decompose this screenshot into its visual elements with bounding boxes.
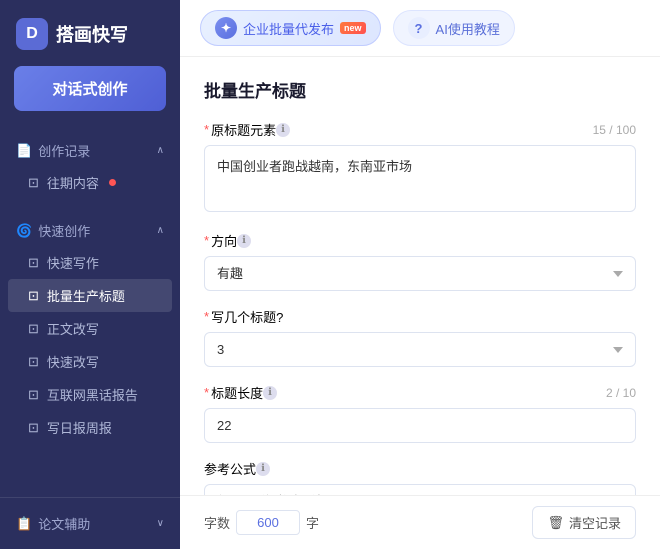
form-area: 批量生产标题 * 原标题元素 ℹ 15 / 100 * 方向 ℹ 有趣 [180,57,660,495]
sidebar-item-buzzreport[interactable]: ⊡ 互联网黑话报告 [0,378,180,411]
source-element-group: * 原标题元素 ℹ 15 / 100 [204,120,636,215]
direction-info-icon[interactable]: ℹ [237,234,251,248]
quickcreate-chevron: ∧ [157,225,164,236]
source-element-textarea[interactable] [204,145,636,212]
source-element-label: 原标题元素 [211,120,276,139]
sidebar: D 搭画快写 对话式创作 📄 创作记录 ∧ ⊡ 往期内容 🌀 快速创作 ∧ [0,0,180,549]
dailyreport-icon: ⊡ [28,420,39,436]
app-logo: D 搭画快写 [0,0,180,66]
question-icon: ? [408,17,430,39]
word-count-unit: 字 [306,513,319,532]
history-icon: 📄 [16,143,32,159]
batch-publish-label: 企业批量代发布 [243,19,334,38]
cta-button[interactable]: 对话式创作 [14,66,166,111]
count-label-row: * 写几个标题? [204,307,636,326]
ai-tutorial-label: AI使用教程 [436,19,500,38]
app-name: 搭画快写 [56,21,128,47]
formula-label-row: 参考公式 ℹ [204,459,636,478]
word-count-input[interactable] [236,510,300,535]
batch-title-icon: ⊡ [28,288,39,304]
direction-label-row: * 方向 ℹ [204,231,636,250]
clear-icon: 🗑 [547,515,564,531]
logo-icon: D [16,18,48,50]
buzzreport-icon: ⊡ [28,387,39,403]
rewrite-icon: ⊡ [28,321,39,337]
length-char-count: 2 / 10 [606,386,636,400]
direction-group: * 方向 ℹ 有趣 [204,231,636,291]
batch-title-label: 批量生产标题 [47,286,125,305]
quickrewrite-label: 快速改写 [47,352,99,371]
history-chevron: ∧ [157,145,164,156]
required-star-1: * [204,122,209,137]
section-history-header[interactable]: 📄 创作记录 ∧ [0,135,180,166]
direction-select[interactable]: 有趣 [204,256,636,291]
length-label: 标题长度 [211,383,263,402]
source-element-info-icon[interactable]: ℹ [276,123,290,137]
source-element-label-row: * 原标题元素 ℹ 15 / 100 [204,120,636,139]
section-quickcreate-label: 快速创作 [38,221,90,240]
main-content: ✦ 企业批量代发布 new ? AI使用教程 批量生产标题 * 原标题元素 ℹ … [180,0,660,549]
new-badge: new [340,22,366,34]
formula-label: 参考公式 [204,459,256,478]
ai-tutorial-button[interactable]: ? AI使用教程 [393,10,515,46]
section-thesis-label: 论文辅助 [38,514,90,533]
batch-publish-button[interactable]: ✦ 企业批量代发布 new [200,10,381,46]
count-label: 写几个标题? [211,307,283,326]
count-group: * 写几个标题? 3 [204,307,636,367]
sidebar-item-history[interactable]: ⊡ 往期内容 [0,166,180,199]
sidebar-item-quickrewrite[interactable]: ⊡ 快速改写 [0,345,180,378]
section-thesis-header[interactable]: 📋 论文辅助 ∨ [0,508,180,539]
sidebar-item-dailyreport[interactable]: ⊡ 写日报周报 [0,411,180,444]
quickwrite-label: 快速写作 [47,253,99,272]
sidebar-item-rewrite[interactable]: ⊡ 正文改写 [0,312,180,345]
required-star-3: * [204,309,209,324]
red-badge [109,179,116,186]
quickrewrite-icon: ⊡ [28,354,39,370]
history-item-label: 往期内容 [47,173,99,192]
length-info-icon[interactable]: ℹ [263,386,277,400]
section-history-label: 创作记录 [38,141,90,160]
thesis-icon: 📋 [16,516,32,532]
word-count-label: 字数 [204,513,230,532]
sidebar-item-quickwrite[interactable]: ⊡ 快速写作 [0,246,180,279]
history-item-icon: ⊡ [28,175,39,191]
formula-group: 参考公式 ℹ 细分人群+数字+结果 [204,459,636,495]
required-star-2: * [204,233,209,248]
batch-publish-icon: ✦ [215,17,237,39]
sidebar-bottom: 📋 论文辅助 ∨ [0,497,180,549]
dailyreport-label: 写日报周报 [47,418,112,437]
rewrite-label: 正文改写 [47,319,99,338]
direction-label: 方向 [211,231,237,250]
source-element-char-count: 15 / 100 [593,123,636,137]
quickwrite-icon: ⊡ [28,255,39,271]
formula-info-icon[interactable]: ℹ [256,462,270,476]
form-title: 批量生产标题 [204,77,636,102]
buzzreport-label: 互联网黑话报告 [47,385,138,404]
section-quick-create: 🌀 快速创作 ∧ ⊡ 快速写作 ⊡ 批量生产标题 ⊡ 正文改写 ⊡ 快速改写 ⊡… [0,207,180,452]
thesis-chevron: ∨ [157,518,164,529]
sidebar-item-batch-title[interactable]: ⊡ 批量生产标题 [8,279,172,312]
section-quickcreate-header[interactable]: 🌀 快速创作 ∧ [0,215,180,246]
footer-bar: 字数 字 🗑 清空记录 [180,495,660,549]
length-input[interactable] [204,408,636,443]
topbar: ✦ 企业批量代发布 new ? AI使用教程 [180,0,660,57]
clear-label: 清空记录 [569,513,621,532]
clear-button[interactable]: 🗑 清空记录 [532,506,636,539]
length-label-row: * 标题长度 ℹ 2 / 10 [204,383,636,402]
required-star-4: * [204,385,209,400]
formula-select[interactable]: 细分人群+数字+结果 [204,484,636,495]
section-history: 📄 创作记录 ∧ ⊡ 往期内容 [0,127,180,207]
length-group: * 标题长度 ℹ 2 / 10 [204,383,636,443]
count-select[interactable]: 3 [204,332,636,367]
quickcreate-icon: 🌀 [16,223,32,239]
